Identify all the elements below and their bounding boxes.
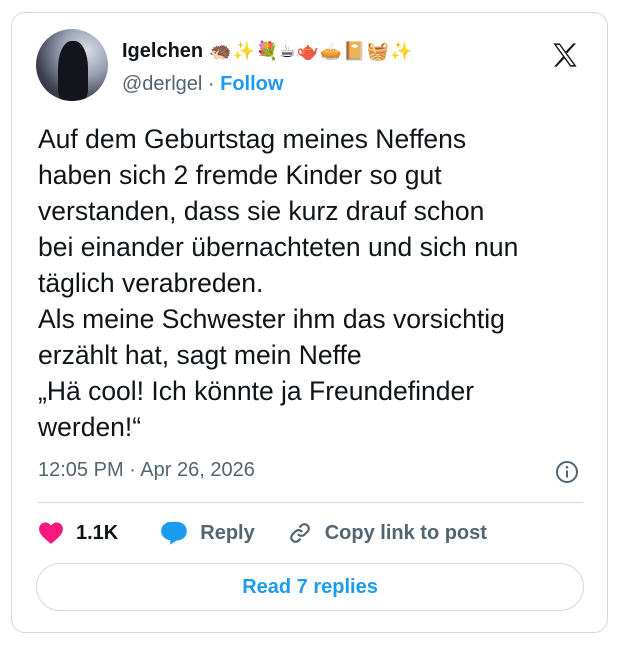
author-handle-row: @derlgel · Follow [122,73,283,96]
avatar-figure [58,41,88,101]
link-icon [289,523,310,543]
author-display-name[interactable]: Igelchen [122,40,203,63]
copy-link-button[interactable]: Copy link to post [287,520,487,546]
author-name-emojis: 🦔✨💐☕🫖🥧📔🧺✨ [209,41,414,62]
follow-button[interactable]: Follow [220,73,283,95]
divider [38,502,583,503]
reply-button[interactable]: Reply [160,520,255,546]
tweet-text: Auf dem Geburtstag meines Neffens haben … [38,124,519,442]
author-name-row: Igelchen 🦔✨💐☕🫖🥧📔🧺✨ [122,40,414,63]
separator-dot: · [207,73,221,95]
info-icon[interactable] [555,460,579,484]
tweet-timestamp[interactable]: 12:05 PM · Apr 26, 2026 [38,459,255,482]
tweet-card: Igelchen 🦔✨💐☕🫖🥧📔🧺✨ @derlgel · Follow Auf… [11,12,608,633]
like-count: 1.1K [76,521,119,544]
like-button[interactable]: 1.1K [38,521,118,545]
copy-link-label: Copy link to post [324,521,487,544]
reply-label: Reply [200,521,255,544]
x-logo-icon[interactable] [550,41,580,69]
read-replies-button[interactable]: Read 7 replies [36,563,584,611]
action-bar: 1.1K Reply Copy link to post [38,518,519,548]
tweet-time: 12:05 PM [38,459,124,481]
avatar[interactable] [36,29,108,101]
author-handle[interactable]: @derlgel [122,73,202,95]
reply-bubble-icon [161,521,188,545]
timestamp-separator: · [129,459,141,481]
heart-icon [39,522,63,544]
tweet-date: Apr 26, 2026 [140,459,255,481]
